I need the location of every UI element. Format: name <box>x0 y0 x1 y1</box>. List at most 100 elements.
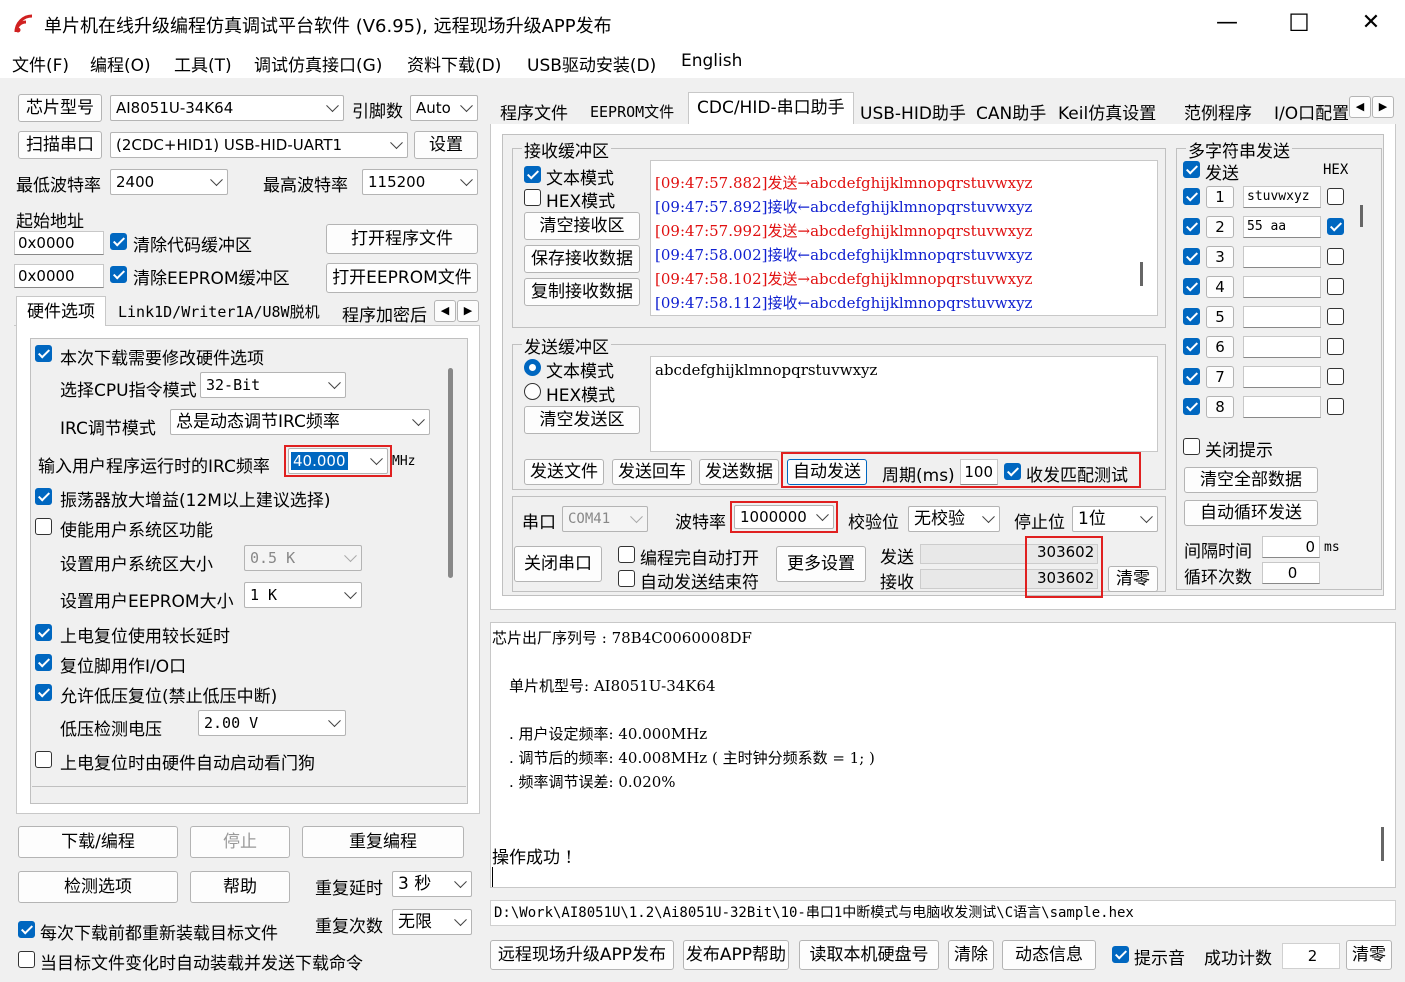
open-eeprom-file-button[interactable]: 打开EEPROM文件 <box>326 263 478 293</box>
send-data-button[interactable]: 发送数据 <box>699 459 779 485</box>
send-text-mode-radio[interactable] <box>524 359 541 376</box>
minimize-button[interactable]: — <box>1212 8 1242 38</box>
multi-send-row-hex-checkbox[interactable] <box>1327 218 1344 235</box>
options-scrollbar[interactable] <box>448 368 453 578</box>
max-baud-select[interactable]: 115200 <box>362 169 478 195</box>
close-button[interactable]: ✕ <box>1356 8 1386 38</box>
auto-loop-button[interactable]: 自动循环发送 <box>1184 500 1318 526</box>
clear-receive-button[interactable]: 清空接收区 <box>524 212 640 240</box>
tab-examples[interactable]: 范例程序 <box>1180 99 1256 124</box>
download-button[interactable]: 下载/编程 <box>18 826 178 858</box>
multi-send-row-button[interactable]: 7 <box>1206 366 1234 388</box>
app-help-button[interactable]: 发布APP帮助 <box>683 940 789 970</box>
port-select[interactable]: (2CDC+HID1) USB-HID-UART1 <box>110 132 408 158</box>
multi-scrollbar[interactable] <box>1360 205 1363 227</box>
send-text-area[interactable]: abcdefghijklmnopqrstuvwxyz <box>650 356 1158 452</box>
osc-gain-checkbox[interactable] <box>35 488 52 505</box>
tab-keil[interactable]: Keil仿真设置 <box>1054 99 1160 124</box>
menu-debug[interactable]: 调试仿真接口(G) <box>254 51 382 76</box>
check-options-button[interactable]: 检测选项 <box>18 871 178 903</box>
tab-program-file[interactable]: 程序文件 <box>496 99 572 124</box>
code-address-input[interactable]: 0x0000 <box>14 231 104 255</box>
retry-delay-select[interactable]: 3 秒 <box>392 871 472 897</box>
multi-send-row-checkbox[interactable] <box>1183 398 1200 415</box>
multi-send-row-hex-checkbox[interactable] <box>1327 188 1344 205</box>
multi-send-row-checkbox[interactable] <box>1183 368 1200 385</box>
period-input[interactable]: 100 <box>960 459 998 485</box>
tab-offline[interactable]: Link1D/Writer1A/U8W脱机 <box>114 301 324 322</box>
pins-select[interactable]: Auto <box>410 95 478 121</box>
dynamic-info-button[interactable]: 动态信息 <box>1002 940 1096 970</box>
chip-model-button[interactable]: 芯片型号 <box>18 94 102 122</box>
close-port-button[interactable]: 关闭串口 <box>514 546 602 582</box>
retry-count-select[interactable]: 无限 <box>392 909 472 935</box>
multi-send-row-hex-checkbox[interactable] <box>1327 368 1344 385</box>
menu-usb-driver[interactable]: USB驱动安装(D) <box>527 51 656 76</box>
help-button[interactable]: 帮助 <box>190 871 290 903</box>
menu-english[interactable]: English <box>681 51 742 71</box>
multi-send-row-input[interactable] <box>1243 306 1321 328</box>
wdt-checkbox[interactable] <box>35 751 52 768</box>
main-tab-scroll-right-icon[interactable]: ▶ <box>1372 96 1394 118</box>
recv-hex-mode-checkbox[interactable] <box>524 189 541 206</box>
scan-port-button[interactable]: 扫描串口 <box>18 131 102 159</box>
save-receive-button[interactable]: 保存接收数据 <box>524 245 640 273</box>
zero-count-button[interactable]: 清零 <box>1346 940 1392 970</box>
multi-send-all-checkbox[interactable] <box>1183 161 1200 178</box>
multi-send-row-input[interactable] <box>1243 336 1321 358</box>
receive-log[interactable]: [09:47:57.882]发送→abcdefghijklmnopqrstuvw… <box>650 160 1158 316</box>
multi-send-row-input[interactable]: stuvwxyz <box>1243 186 1321 208</box>
modify-hw-checkbox[interactable] <box>35 345 52 362</box>
read-disk-id-button[interactable]: 读取本机硬盘号 <box>799 940 939 970</box>
multi-send-row-button[interactable]: 5 <box>1206 306 1234 328</box>
multi-send-row-checkbox[interactable] <box>1183 188 1200 205</box>
serial-port-select[interactable]: COM41 <box>562 506 648 532</box>
match-test-checkbox[interactable] <box>1004 463 1021 480</box>
chip-model-select[interactable]: AI8051U-34K64 <box>110 95 344 121</box>
tab-serial-assistant[interactable]: CDC/HID-串口助手 <box>688 92 854 125</box>
copy-receive-button[interactable]: 复制接收数据 <box>524 278 640 306</box>
multi-send-row-button[interactable]: 4 <box>1206 276 1234 298</box>
auto-send-end-checkbox[interactable] <box>618 570 635 587</box>
multi-send-row-button[interactable]: 3 <box>1206 246 1234 268</box>
cpu-mode-select[interactable]: 32-Bit <box>200 372 346 398</box>
multi-send-row-hex-checkbox[interactable] <box>1327 398 1344 415</box>
auto-open-checkbox[interactable] <box>618 546 635 563</box>
reload-checkbox[interactable] <box>18 921 35 938</box>
multi-send-row-checkbox[interactable] <box>1183 338 1200 355</box>
clear-code-checkbox[interactable] <box>110 233 127 250</box>
long-reset-checkbox[interactable] <box>35 624 52 641</box>
stop-bits-select[interactable]: 1位 <box>1072 506 1158 532</box>
multi-send-row-hex-checkbox[interactable] <box>1327 248 1344 265</box>
auto-send-button[interactable]: 自动发送 <box>787 459 867 485</box>
tab-scroll-right-icon[interactable]: ▶ <box>457 300 479 322</box>
menu-downloads[interactable]: 资料下载(D) <box>407 51 501 76</box>
multi-send-row-checkbox[interactable] <box>1183 308 1200 325</box>
multi-send-row-checkbox[interactable] <box>1183 278 1200 295</box>
send-cr-button[interactable]: 发送回车 <box>612 459 692 485</box>
tab-io-config[interactable]: I/O口配置 <box>1270 99 1348 124</box>
lvd-reset-checkbox[interactable] <box>35 684 52 701</box>
user-sys-size-select[interactable]: 0.5 K <box>244 545 362 571</box>
send-file-button[interactable]: 发送文件 <box>524 459 604 485</box>
main-tab-scroll-left-icon[interactable]: ◀ <box>1349 96 1371 118</box>
multi-send-row-checkbox[interactable] <box>1183 218 1200 235</box>
multi-send-row-button[interactable]: 6 <box>1206 336 1234 358</box>
clear-eeprom-checkbox[interactable] <box>110 266 127 283</box>
clear-send-button[interactable]: 清空发送区 <box>524 406 640 434</box>
lvd-select[interactable]: 2.00 V <box>198 710 346 736</box>
parity-select[interactable]: 无校验 <box>908 506 1000 532</box>
eeprom-address-input[interactable]: 0x0000 <box>14 264 104 288</box>
multi-send-row-hex-checkbox[interactable] <box>1327 278 1344 295</box>
eeprom-size-select[interactable]: 1 K <box>244 582 362 608</box>
multi-send-row-input[interactable]: 55 aa <box>1243 216 1321 238</box>
tab-hardware-options[interactable]: 硬件选项 <box>16 296 106 326</box>
send-hex-mode-radio[interactable] <box>524 383 541 400</box>
multi-send-row-hex-checkbox[interactable] <box>1327 338 1344 355</box>
multi-send-row-input[interactable] <box>1243 276 1321 298</box>
receive-scrollbar[interactable] <box>1140 262 1143 286</box>
multi-send-row-button[interactable]: 8 <box>1206 396 1234 418</box>
irc-mode-select[interactable]: 总是动态调节IRC频率 <box>170 409 430 435</box>
multi-send-row-input[interactable] <box>1243 366 1321 388</box>
menu-program[interactable]: 编程(O) <box>90 51 151 76</box>
